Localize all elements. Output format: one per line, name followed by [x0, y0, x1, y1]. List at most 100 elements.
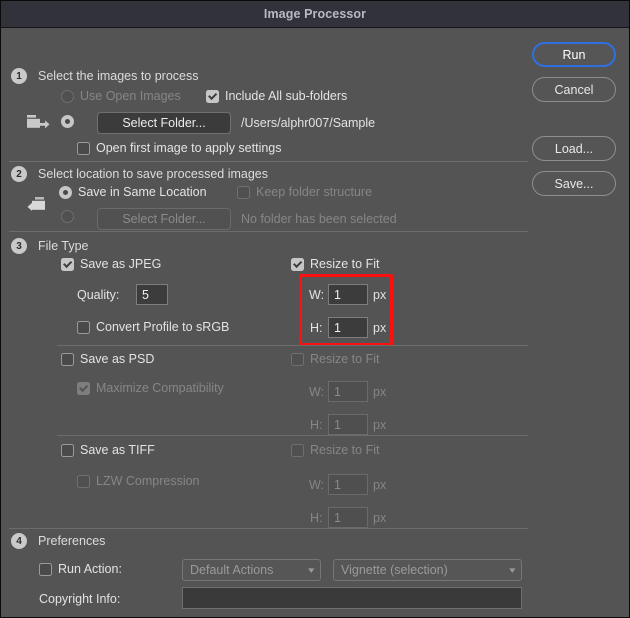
step-3-title: File Type	[38, 239, 89, 253]
dialog-body: Run Cancel Load... Save... 1 Select the …	[1, 28, 629, 617]
maximize-compatibility-label: Maximize Compatibility	[96, 381, 224, 395]
use-open-images-option[interactable]: Use Open Images	[61, 89, 181, 103]
action-set-select[interactable]: Default Actions ▾	[182, 559, 321, 581]
copyright-label: Copyright Info:	[39, 592, 121, 606]
tiff-width-input[interactable]: 1	[328, 474, 368, 495]
divider-5	[9, 528, 528, 529]
psd-width-input[interactable]: 1	[328, 381, 368, 402]
action-name-value: Vignette (selection)	[341, 563, 448, 577]
divider-4	[57, 435, 528, 436]
window-title: Image Processor	[263, 7, 367, 21]
tiff-resize-to-fit-checkbox[interactable]	[291, 443, 304, 457]
run-action-checkbox[interactable]	[39, 562, 52, 576]
jpeg-height-label: H:	[310, 321, 323, 335]
step-1-header: 1 Select the images to process	[11, 66, 199, 86]
psd-height-unit: px	[373, 418, 387, 432]
tiff-width-label: W:	[309, 478, 325, 492]
psd-resize-to-fit-label: Resize to Fit	[310, 352, 380, 366]
save-as-tiff-label: Save as TIFF	[80, 443, 155, 457]
save-as-jpeg-label: Save as JPEG	[80, 257, 162, 271]
step-3-badge: 3	[11, 238, 27, 254]
divider-1	[9, 161, 528, 162]
save-as-tiff-option[interactable]: Save as TIFF	[61, 443, 155, 457]
jpeg-height-unit: px	[373, 321, 387, 335]
run-action-label: Run Action:	[58, 562, 122, 576]
step-1-title: Select the images to process	[38, 69, 199, 83]
include-subfolders-checkbox[interactable]	[206, 89, 219, 103]
select-folder-radio-wrap[interactable]	[61, 115, 74, 128]
lzw-compression-option[interactable]: LZW Compression	[77, 474, 200, 488]
save-as-psd-option[interactable]: Save as PSD	[61, 352, 154, 366]
lzw-compression-checkbox[interactable]	[77, 474, 90, 488]
jpeg-height-input[interactable]: 1	[328, 317, 368, 338]
convert-srgb-label: Convert Profile to sRGB	[96, 320, 230, 334]
step-2-title: Select location to save processed images	[38, 167, 268, 181]
tiff-height-input[interactable]: 1	[328, 507, 368, 528]
save-as-psd-checkbox[interactable]	[61, 352, 74, 366]
tiff-resize-to-fit-label: Resize to Fit	[310, 443, 380, 457]
quality-input[interactable]: 5	[136, 284, 168, 305]
select-folder-button-source[interactable]: Select Folder...	[97, 112, 231, 134]
use-open-images-radio[interactable]	[61, 89, 74, 103]
save-as-jpeg-checkbox[interactable]	[61, 257, 74, 271]
run-action-option[interactable]: Run Action:	[39, 562, 122, 576]
action-name-select[interactable]: Vignette (selection) ▾	[333, 559, 522, 581]
folder-export-icon	[26, 114, 52, 137]
keep-folder-structure-option[interactable]: Keep folder structure	[237, 185, 372, 199]
save-same-location-radio[interactable]	[59, 185, 72, 199]
select-folder-radio-dest[interactable]	[61, 210, 74, 223]
tiff-width-unit: px	[373, 478, 387, 492]
keep-folder-structure-checkbox[interactable]	[237, 185, 250, 199]
quality-label: Quality:	[77, 288, 120, 302]
select-folder-button-dest[interactable]: Select Folder...	[97, 208, 231, 230]
tiff-resize-to-fit-option[interactable]: Resize to Fit	[291, 443, 379, 457]
chevron-down-icon: ▾	[308, 564, 315, 575]
load-button[interactable]: Load...	[532, 136, 616, 161]
convert-srgb-option[interactable]: Convert Profile to sRGB	[77, 320, 229, 334]
folder-import-icon	[26, 196, 52, 221]
include-subfolders-option[interactable]: Include All sub-folders	[206, 89, 347, 103]
divider-3	[57, 345, 528, 346]
psd-height-input[interactable]: 1	[328, 414, 368, 435]
save-button[interactable]: Save...	[532, 171, 616, 196]
lzw-compression-label: LZW Compression	[96, 474, 200, 488]
source-folder-path: /Users/alphr007/Sample	[241, 116, 376, 130]
step-4-header: 4 Preferences	[11, 531, 105, 551]
convert-srgb-checkbox[interactable]	[77, 320, 90, 334]
step-2-header: 2 Select location to save processed imag…	[11, 164, 268, 184]
select-folder-radio-dest-wrap[interactable]	[61, 210, 74, 223]
save-as-tiff-checkbox[interactable]	[61, 443, 74, 457]
save-same-location-option[interactable]: Save in Same Location	[59, 185, 207, 199]
keep-folder-structure-label: Keep folder structure	[256, 185, 373, 199]
step-4-title: Preferences	[38, 534, 106, 548]
step-3-header: 3 File Type	[11, 236, 89, 256]
maximize-compatibility-option[interactable]: Maximize Compatibility	[77, 381, 224, 395]
copyright-input[interactable]	[182, 587, 522, 609]
jpeg-width-input[interactable]: 1	[328, 284, 368, 305]
open-first-image-checkbox[interactable]	[77, 141, 90, 155]
title-bar: Image Processor	[1, 1, 629, 28]
psd-resize-to-fit-checkbox[interactable]	[291, 352, 304, 366]
maximize-compatibility-checkbox[interactable]	[77, 381, 90, 395]
psd-height-label: H:	[310, 418, 323, 432]
jpeg-resize-to-fit-checkbox[interactable]	[291, 257, 304, 271]
include-subfolders-label: Include All sub-folders	[225, 89, 348, 103]
jpeg-resize-to-fit-option[interactable]: Resize to Fit	[291, 257, 379, 271]
action-set-value: Default Actions	[190, 563, 274, 577]
dest-folder-path: No folder has been selected	[241, 212, 397, 226]
step-1-badge: 1	[11, 68, 27, 84]
psd-resize-to-fit-option[interactable]: Resize to Fit	[291, 352, 379, 366]
tiff-height-unit: px	[373, 511, 387, 525]
select-folder-radio[interactable]	[61, 115, 74, 128]
tiff-height-label: H:	[310, 511, 323, 525]
divider-2	[9, 231, 528, 232]
run-button[interactable]: Run	[532, 42, 616, 67]
step-2-badge: 2	[11, 166, 27, 182]
open-first-image-option[interactable]: Open first image to apply settings	[77, 141, 282, 155]
jpeg-width-label: W:	[309, 288, 325, 302]
jpeg-width-unit: px	[373, 288, 387, 302]
cancel-button[interactable]: Cancel	[532, 77, 616, 102]
dialog-action-buttons: Run Cancel Load... Save...	[532, 42, 616, 206]
psd-width-unit: px	[373, 385, 387, 399]
save-as-jpeg-option[interactable]: Save as JPEG	[61, 257, 161, 271]
